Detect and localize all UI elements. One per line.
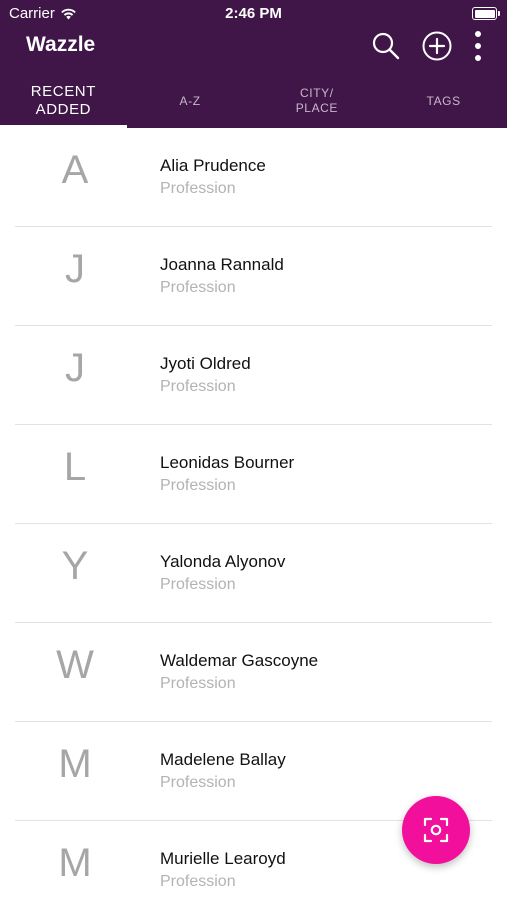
status-bar: Carrier 2:46 PM — [0, 0, 507, 28]
more-vertical-icon[interactable] — [473, 30, 483, 62]
contact-initial: J — [65, 346, 85, 390]
contact-name: Joanna Rannald — [160, 255, 284, 274]
status-time: 2:46 PM — [225, 5, 282, 22]
contact-initial: Y — [61, 544, 89, 588]
scan-icon — [423, 817, 449, 843]
contact-row[interactable]: Y Yalonda Alyonov Profession — [15, 524, 492, 623]
app-bar-actions — [371, 28, 483, 64]
contact-profession: Profession — [160, 873, 236, 890]
contact-name: Waldemar Gascoyne — [160, 651, 319, 670]
battery-icon — [472, 7, 500, 20]
contact-name: Madelene Ballay — [160, 750, 286, 769]
add-circle-icon[interactable] — [421, 30, 453, 62]
contact-initial: J — [65, 247, 85, 291]
contact-profession: Profession — [160, 378, 236, 395]
contact-profession: Profession — [160, 279, 236, 296]
contact-profession: Profession — [160, 576, 236, 593]
contact-row[interactable]: A Alia Prudence Profession — [15, 128, 492, 227]
contact-name: Murielle Learoyd — [160, 849, 286, 868]
contact-row[interactable]: W Waldemar Gascoyne Profession — [15, 623, 492, 722]
scan-button[interactable] — [402, 796, 470, 864]
tab-tags[interactable]: TAGS — [380, 78, 507, 128]
contact-name: Jyoti Oldred — [160, 354, 251, 373]
contact-initial: W — [56, 643, 94, 687]
app-bar: Wazzle — [0, 28, 507, 72]
search-icon[interactable] — [371, 31, 401, 61]
tab-city-place[interactable]: CITY/ PLACE — [254, 78, 381, 128]
app-title: Wazzle — [26, 33, 96, 56]
tab-label: CITY/ PLACE — [295, 86, 339, 115]
contact-row[interactable]: J Joanna Rannald Profession — [15, 227, 492, 326]
tab-label: A-Z — [179, 93, 201, 108]
tab-bar: RECENT ADDED A-Z CITY/ PLACE TAGS — [0, 78, 507, 128]
contact-name: Leonidas Bourner — [160, 453, 295, 472]
contact-initial: M — [58, 841, 92, 885]
header: Carrier 2:46 PM Wazzle RECENT ADDED A-Z … — [0, 0, 507, 128]
contact-initial: M — [58, 742, 92, 786]
contact-profession: Profession — [160, 675, 236, 692]
contact-profession: Profession — [160, 477, 236, 494]
contact-row[interactable]: J Jyoti Oldred Profession — [15, 326, 492, 425]
contact-name: Alia Prudence — [160, 156, 266, 175]
contact-name: Yalonda Alyonov — [160, 552, 286, 571]
contact-profession: Profession — [160, 180, 236, 197]
tab-label: TAGS — [426, 93, 461, 108]
tab-label: RECENT ADDED — [30, 83, 97, 118]
contact-row[interactable]: L Leonidas Bourner Profession — [15, 425, 492, 524]
contact-initial: L — [63, 445, 87, 489]
contact-profession: Profession — [160, 774, 236, 791]
contact-initial: A — [61, 148, 89, 192]
tab-a-z[interactable]: A-Z — [127, 78, 254, 128]
tab-recent-added[interactable]: RECENT ADDED — [0, 78, 127, 128]
